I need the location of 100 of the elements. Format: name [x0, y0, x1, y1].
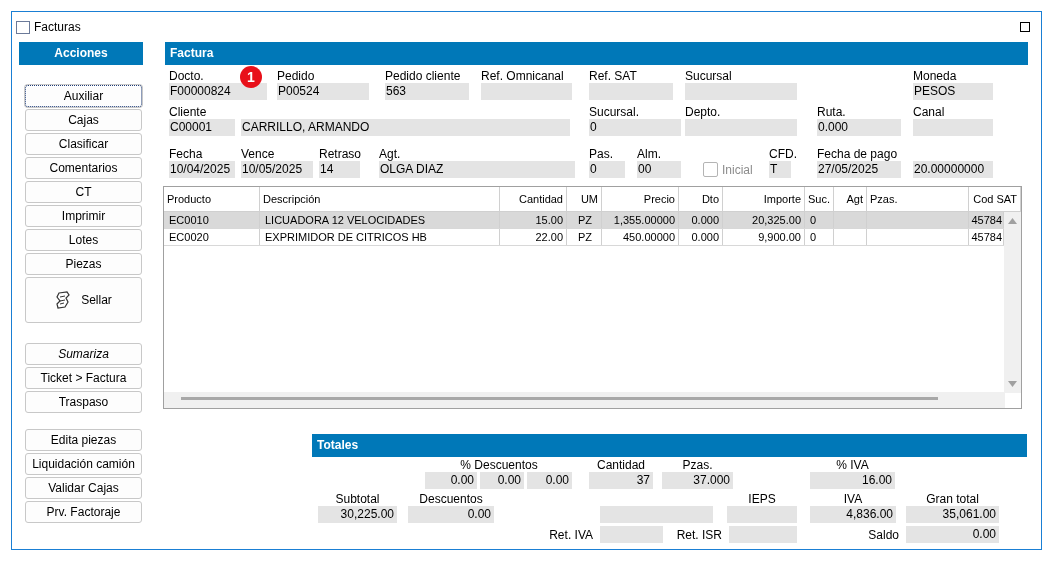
action-button[interactable]: Ticket > Factura [25, 367, 142, 389]
column-header[interactable]: UM [567, 187, 602, 211]
table-cell: 20,325.00 [723, 212, 805, 228]
input-field[interactable] [727, 506, 797, 523]
table-cell: 0 [805, 212, 834, 228]
horizontal-scrollbar[interactable] [164, 392, 1005, 408]
table-cell: 15.00 [500, 212, 567, 228]
input-field[interactable]: 30,225.00 [318, 506, 397, 523]
field-label: Canal [913, 106, 945, 119]
input-field[interactable] [913, 119, 993, 136]
action-button[interactable]: Sumariza [25, 343, 142, 365]
input-field[interactable]: 563 [385, 83, 469, 100]
notification-badge: 1 [240, 66, 262, 88]
column-header[interactable]: Cantidad [500, 187, 567, 211]
column-header[interactable]: Descripción [260, 187, 500, 211]
table-cell: EXPRIMIDOR DE CITRICOS HB [260, 229, 500, 245]
input-field[interactable] [729, 526, 797, 543]
action-button[interactable]: Prv. Factoraje [25, 501, 142, 523]
table-cell: LICUADORA 12 VELOCIDADES [260, 212, 500, 228]
scroll-icon [55, 291, 72, 309]
field-label: Sucursal. [589, 106, 640, 119]
scroll-up-icon[interactable] [1008, 218, 1017, 224]
input-field[interactable] [589, 83, 673, 100]
field-label: IEPS [748, 493, 776, 506]
column-header[interactable]: Suc. [805, 187, 834, 211]
action-button[interactable]: Imprimir [25, 205, 142, 227]
field-label: Agt. [379, 148, 401, 161]
input-field[interactable]: 0 [589, 119, 681, 136]
field-label: Cantidad [596, 459, 645, 472]
input-field[interactable]: P00524 [277, 83, 369, 100]
field-label: IVA [843, 493, 863, 506]
table-cell: 22.00 [500, 229, 567, 245]
action-button[interactable]: Liquidación camión [25, 453, 142, 475]
input-field[interactable]: PESOS [913, 83, 993, 100]
column-header[interactable]: Precio [602, 187, 679, 211]
action-button[interactable]: Cajas [25, 109, 142, 131]
vertical-scrollbar[interactable] [1004, 212, 1021, 393]
field-label: % Descuentos [460, 459, 538, 472]
input-field[interactable]: OLGA DIAZ [379, 161, 575, 178]
action-button[interactable]: Lotes [25, 229, 142, 251]
field-label: Docto. [169, 70, 204, 83]
column-header[interactable]: Pzas. [867, 187, 969, 211]
column-header[interactable]: Dto [679, 187, 723, 211]
input-field[interactable]: T [769, 161, 791, 178]
field-label: Depto. [685, 106, 721, 119]
table-cell: PZ [567, 212, 602, 228]
table-cell: 450.00000 [602, 229, 679, 245]
input-field[interactable]: 10/05/2025 [241, 161, 313, 178]
window-icon [16, 20, 30, 34]
input-field[interactable]: 14 [319, 161, 360, 178]
action-button[interactable]: Clasificar [25, 133, 142, 155]
section-header: Factura [165, 42, 1028, 65]
input-field[interactable] [481, 83, 572, 100]
input-field[interactable]: 0.00 [408, 506, 494, 523]
input-field[interactable]: 0.00 [906, 526, 999, 543]
input-field[interactable]: 0.00 [527, 472, 572, 489]
table-row[interactable]: EC0010 LICUADORA 12 VELOCIDADES 15.00 PZ 1,355.00000 0.000 20,325.00 0 45784 [164, 212, 1004, 229]
input-field[interactable] [600, 506, 713, 523]
input-field[interactable]: 37.000 [662, 472, 733, 489]
input-field[interactable]: 27/05/2025 [817, 161, 901, 178]
field-label: Cliente [169, 106, 207, 119]
field-label: Ruta. [817, 106, 846, 119]
input-field[interactable]: 0 [589, 161, 625, 178]
action-button[interactable]: Edita piezas [25, 429, 142, 451]
table-cell: 0.000 [679, 212, 723, 228]
input-field[interactable]: 35,061.00 [906, 506, 999, 523]
maximize-icon[interactable] [1020, 22, 1030, 32]
input-field[interactable]: 20.00000000 [913, 161, 993, 178]
field-label: Alm. [637, 148, 661, 161]
scroll-down-icon[interactable] [1008, 381, 1017, 387]
action-button[interactable]: Piezas [25, 253, 142, 275]
action-button[interactable]: Validar Cajas [25, 477, 142, 499]
input-field[interactable] [600, 526, 663, 543]
input-field[interactable]: F00000824 [169, 83, 267, 100]
input-field[interactable] [685, 83, 797, 100]
table-row[interactable]: EC0020 EXPRIMIDOR DE CITRICOS HB 22.00 PZ 450.00000 0.000 9,900.00 0 45784 [164, 229, 1004, 246]
input-field[interactable]: 10/04/2025 [169, 161, 235, 178]
column-header[interactable]: Cod SAT [969, 187, 1021, 211]
input-field[interactable]: 4,836.00 [810, 506, 896, 523]
column-header[interactable]: Importe [723, 187, 805, 211]
action-button[interactable]: Auxiliar [25, 85, 142, 107]
input-field[interactable]: 00 [637, 161, 681, 178]
field-label: Ret. IVA [548, 527, 593, 542]
field-label: Subtotal [335, 493, 380, 506]
input-field[interactable]: 0.000 [817, 119, 901, 136]
column-header[interactable]: Agt [834, 187, 867, 211]
seal-button[interactable]: Sellar [25, 277, 142, 323]
action-button[interactable]: CT [25, 181, 142, 203]
column-header[interactable]: Producto [164, 187, 260, 211]
input-field[interactable]: 0.00 [425, 472, 477, 489]
input-field[interactable]: 0.00 [480, 472, 524, 489]
field-label: Pas. [589, 148, 613, 161]
action-button[interactable]: Comentarios [25, 157, 142, 179]
table-cell: 0.000 [679, 229, 723, 245]
input-field[interactable]: C00001 [169, 119, 235, 136]
input-field[interactable]: CARRILLO, ARMANDO [241, 119, 570, 136]
input-field[interactable]: 37 [589, 472, 653, 489]
input-field[interactable] [685, 119, 797, 136]
action-button[interactable]: Traspaso [25, 391, 142, 413]
input-field[interactable]: 16.00 [810, 472, 895, 489]
